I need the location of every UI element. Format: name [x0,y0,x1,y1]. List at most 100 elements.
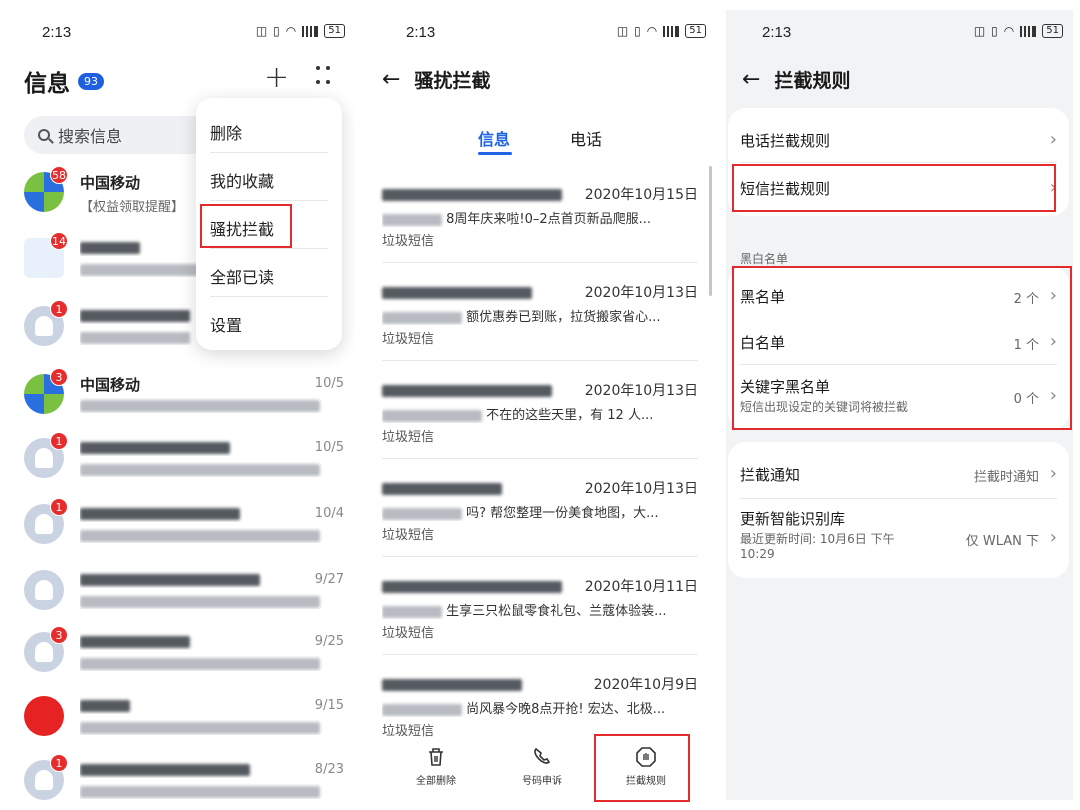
signal-icon [663,25,680,37]
divider [740,498,1057,499]
page-title: 信息 93 [24,64,104,98]
redacted-sender [382,188,562,201]
chevron-right-icon: › [1049,527,1057,548]
menu-item-settings[interactable]: 设置 [210,312,242,336]
blocked-message-item[interactable]: 2020年10月13日 吗? 帮您整理一份美食地图，大... 垃圾短信 [382,478,698,576]
redacted-preview [80,785,320,798]
message-text: 生享三只松鼠零食礼包、兰蔻体验装... [446,604,667,619]
sender [382,478,582,497]
battery-icon: 51 [324,24,345,38]
block-notification-row[interactable]: 拦截通知 拦截时通知 › [740,463,1057,488]
tab-indicator [478,152,512,155]
block-rules-screen: 2:13 ◫ ▯ ◠ 51 ← 拦截规则 电话拦截规则 › 短信拦截规则 › 黑… [726,10,1073,800]
battery-icon: 51 [685,24,706,38]
unread-count-badge: 58 [50,166,68,184]
message-body: 不在的这些天里，有 12 人... [382,404,698,423]
delete-all-button[interactable]: 全部删除 [396,746,476,787]
message-body: 尚风暴今晚8点开抢! 宏达、北极... [382,698,698,717]
bell-icon [35,580,53,600]
conversation-item[interactable]: 3 中国移动 10/5 [24,368,344,432]
divider [382,458,698,459]
conversation-name [80,696,270,714]
number-appeal-label: 号码申诉 [522,776,562,787]
sender [382,184,582,203]
menu-item-favorites[interactable]: 我的收藏 [210,168,274,192]
spam-tag: 垃圾短信 [382,724,435,739]
tab-calls[interactable]: 电话 [570,126,602,150]
conversation-name: 中国移动 [80,376,141,394]
status-icons: ◫ ▯ ◠ 51 [974,24,1063,38]
back-arrow-icon[interactable]: ← [382,67,400,92]
harassment-block-screen: 2:13 ◫ ▯ ◠ 51 ← 骚扰拦截 信息 电话 2020年10月15日 8… [366,0,716,810]
redacted-text [382,213,442,226]
redacted-name [80,635,190,648]
update-library-row[interactable]: 更新智能识别库 最近更新时间: 10月6日 下午 10:29 仅 WLAN 下 … [740,508,1057,568]
delete-all-label: 全部删除 [416,776,456,787]
wifi-icon: ◠ [646,24,658,38]
menu-item-mark-all-read[interactable]: 全部已读 [210,264,274,288]
blocked-message-item[interactable]: 2020年10月15日 8周年庆来啦!0–2点首页新品爬服... 垃圾短信 [382,184,698,282]
blocked-message-item[interactable]: 2020年10月11日 生享三只松鼠零食礼包、兰蔻体验装... 垃圾短信 [382,576,698,674]
message-text: 尚风暴今晚8点开抢! 宏达、北极... [466,702,666,717]
conversation-preview [80,656,342,671]
conversation-item[interactable]: 9/27 [24,566,344,628]
battery-level: 51 [689,25,702,36]
chevron-right-icon: › [1049,463,1057,484]
vibrate-icon: ▯ [991,24,998,38]
conversation-item[interactable]: 1 8/23 [24,754,344,810]
conversation-date: 9/15 [314,698,344,713]
menu-divider [210,248,328,249]
search-input[interactable]: 搜索信息 [24,116,224,154]
update-library-desc: 最近更新时间: 10月6日 下午 10:29 [740,532,895,561]
update-library-value: 仅 WLAN 下 [965,534,1039,549]
status-time: 2:13 [406,24,436,41]
conversation-preview [80,398,342,413]
message-body: 额优惠券已到账，拉货搬家省心... [382,306,698,325]
phone-block-rules-row[interactable]: 电话拦截规则 › [740,129,1057,154]
tab-messages[interactable]: 信息 [478,126,510,150]
message-date: 2020年10月13日 [584,383,698,399]
message-date: 2020年10月13日 [584,285,698,301]
signal-icon [302,25,319,37]
conversation-item[interactable]: 9/15 [24,692,344,754]
conversation-item[interactable]: 1 10/5 [24,432,344,496]
battery-level: 51 [328,25,341,36]
blocked-message-item[interactable]: 2020年10月13日 不在的这些天里，有 12 人... 垃圾短信 [382,380,698,478]
conversation-item[interactable]: 1 10/4 [24,498,344,562]
header: ← 骚扰拦截 [382,66,490,93]
wifi-icon: ◠ [285,24,297,38]
new-message-plus-icon[interactable]: + [264,60,289,95]
back-arrow-icon[interactable]: ← [742,67,760,92]
message-text: 8周年庆来啦!0–2点首页新品爬服... [446,212,652,227]
redacted-preview [80,263,200,276]
conversation-date: 10/5 [314,376,344,391]
redacted-name [80,763,250,776]
overflow-menu: 删除 我的收藏 骚扰拦截 全部已读 设置 [196,98,342,350]
battery-level: 51 [1046,25,1059,36]
unread-badge: 93 [78,72,104,90]
conversation-preview [80,720,342,735]
redacted-text [382,605,442,618]
conversation-date: 9/27 [314,572,344,587]
blocked-message-item[interactable]: 2020年10月13日 额优惠券已到账，拉货搬家省心... 垃圾短信 [382,282,698,380]
header: ← 拦截规则 [742,66,850,93]
scrollbar[interactable] [709,166,712,296]
more-menu-icon[interactable] [316,66,338,88]
spam-tag: 垃圾短信 [382,332,435,347]
menu-item-delete[interactable]: 删除 [210,120,242,144]
sender [382,380,582,399]
phone-rules-label: 电话拦截规则 [740,132,831,150]
preview-text: 【权益领取提醒】 [80,200,185,215]
number-appeal-button[interactable]: 号码申诉 [502,746,582,787]
unread-count-badge: 1 [50,498,68,516]
spam-tag: 垃圾短信 [382,528,435,543]
conversation-item[interactable]: 3 9/25 [24,626,344,690]
bell-icon [35,316,53,336]
chevron-right-icon: › [1049,129,1057,150]
redacted-name [80,507,240,520]
conversation-preview [80,784,342,799]
section-label-black-white-list: 黑白名单 [740,252,789,266]
redacted-name [80,441,230,454]
phone-icon [534,747,551,764]
conversation-preview [80,462,342,477]
